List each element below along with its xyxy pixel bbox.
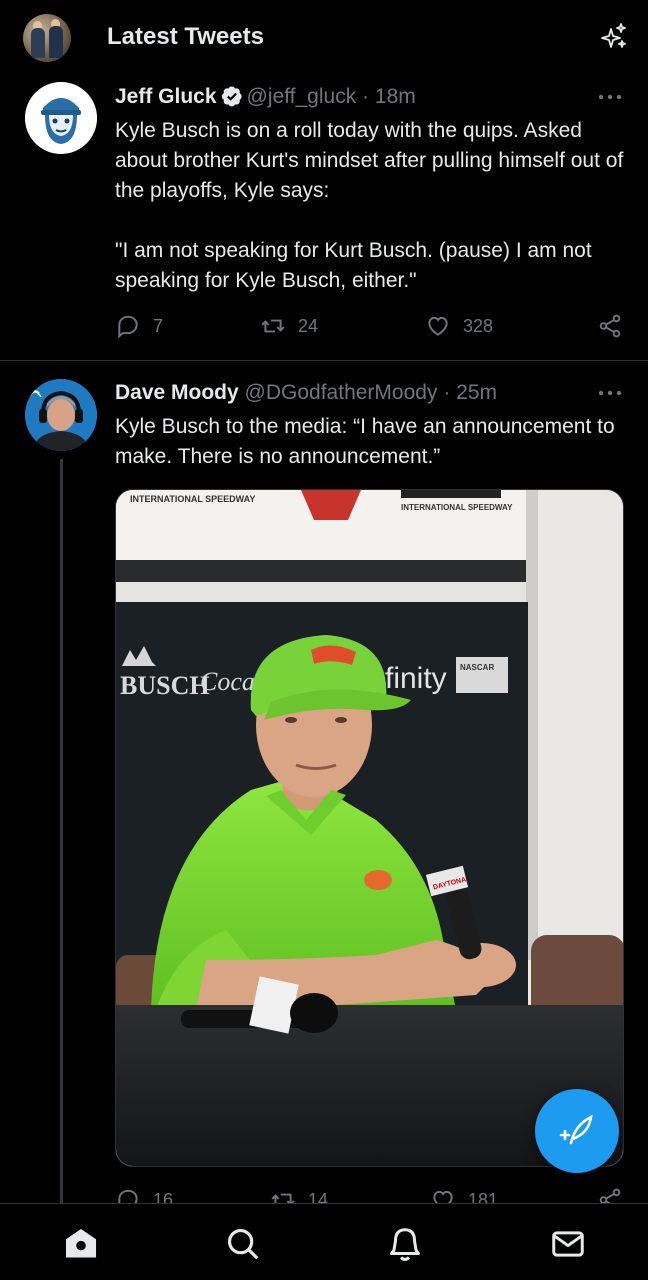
retweet-button[interactable]: 24 <box>260 313 318 339</box>
like-count: 328 <box>463 315 494 336</box>
more-options-icon[interactable] <box>598 389 622 397</box>
share-button[interactable] <box>597 313 623 339</box>
heart-icon <box>428 316 448 336</box>
author-avatar[interactable] <box>25 379 97 451</box>
tweet-text: Kyle Busch to the media: “I have an anno… <box>115 415 621 468</box>
banner-text-right: INTERNATIONAL SPEEDWAY <box>401 503 513 512</box>
press-conference-photo: INTERNATIONAL SPEEDWAY INTERNATIONAL SPE… <box>116 490 623 1166</box>
tweet-header: Dave Moody @DGodfatherMoody · 25m <box>115 381 497 405</box>
bottom-navigation <box>0 1203 648 1280</box>
author-avatar[interactable] <box>25 82 97 154</box>
separator: · <box>362 85 370 108</box>
compose-tweet-button[interactable] <box>535 1089 619 1173</box>
more-options-icon[interactable] <box>598 93 622 101</box>
like-button[interactable]: 328 <box>425 313 493 339</box>
sponsor-nascar: NASCAR <box>460 663 494 672</box>
tweet-actions: 7 24 328 <box>115 313 625 343</box>
retweet-icon <box>261 319 285 333</box>
share-icon <box>599 314 621 338</box>
verified-badge-icon <box>221 86 242 107</box>
author-name[interactable]: Dave Moody <box>115 381 239 404</box>
tweet-header: Jeff Gluck @jeff_gluck · 18m <box>115 85 416 109</box>
feather-plus-icon <box>559 1114 593 1145</box>
tweet-time[interactable]: 18m <box>375 85 416 108</box>
nav-notifications[interactable] <box>385 1224 425 1264</box>
nav-search[interactable] <box>223 1224 263 1264</box>
sponsor-busch: BUSCH <box>120 671 210 700</box>
nav-messages[interactable] <box>548 1224 588 1264</box>
tweet-time[interactable]: 25m <box>456 381 497 404</box>
reply-count: 7 <box>153 315 164 336</box>
reply-icon <box>118 315 138 339</box>
messages-icon <box>552 1231 584 1257</box>
nav-home[interactable] <box>61 1224 101 1264</box>
reply-button[interactable]: 7 <box>115 313 163 339</box>
retweet-count: 24 <box>298 315 319 336</box>
banner-text-left: INTERNATIONAL SPEEDWAY <box>130 494 255 504</box>
tweet[interactable]: Jeff Gluck @jeff_gluck · 18m Kyle Busch i… <box>0 0 648 360</box>
author-handle[interactable]: @DGodfatherMoody <box>245 381 438 404</box>
search-icon <box>227 1228 259 1260</box>
author-handle[interactable]: @jeff_gluck <box>247 85 357 108</box>
cartoon-face-icon <box>25 82 97 154</box>
notifications-icon <box>390 1228 420 1261</box>
tweet-text: Kyle Busch is on a roll today with the q… <box>115 119 624 292</box>
home-icon <box>65 1228 97 1258</box>
separator: · <box>443 381 451 404</box>
thread-line <box>60 459 63 1203</box>
author-name[interactable]: Jeff Gluck <box>115 85 217 108</box>
tweet-photo[interactable]: INTERNATIONAL SPEEDWAY INTERNATIONAL SPE… <box>115 489 624 1167</box>
person-photo-icon <box>25 379 97 451</box>
